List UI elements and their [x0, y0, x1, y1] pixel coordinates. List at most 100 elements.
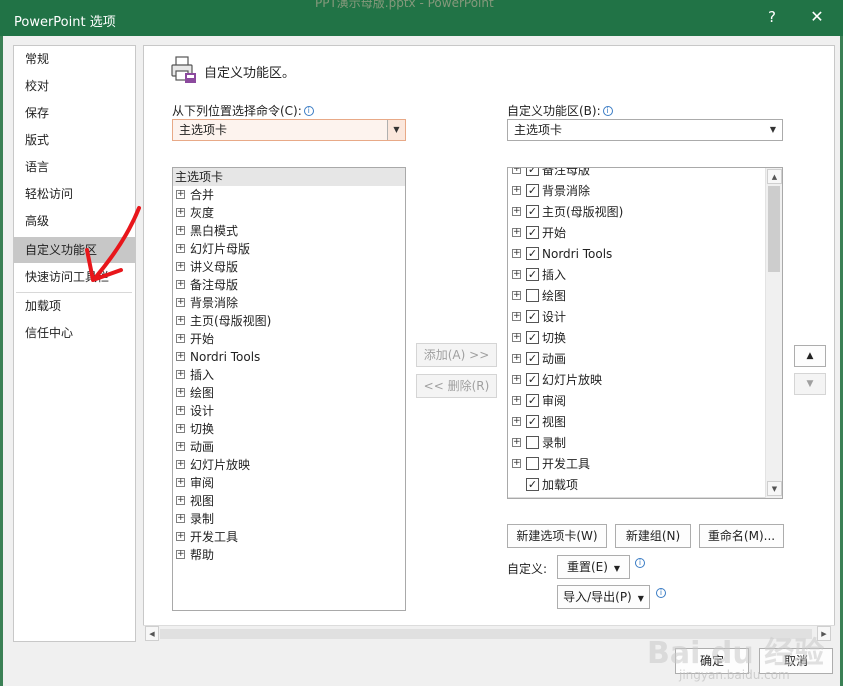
expand-icon[interactable]: +: [512, 249, 521, 258]
expand-icon[interactable]: +: [176, 406, 185, 415]
list-item[interactable]: + ✓ 背景消除: [508, 182, 766, 200]
list-item-selected[interactable]: +✓帮助: [508, 497, 766, 498]
nav-item-advanced[interactable]: 高级: [14, 208, 135, 234]
nav-item-language[interactable]: 语言: [14, 154, 135, 180]
nav-item-save[interactable]: 保存: [14, 100, 135, 126]
expand-icon[interactable]: +: [512, 312, 521, 321]
list-item[interactable]: + 录制: [508, 434, 766, 452]
expand-icon[interactable]: +: [512, 396, 521, 405]
scroll-down-icon[interactable]: ▼: [767, 481, 782, 496]
checkbox[interactable]: ✓: [526, 205, 539, 218]
nav-item-customize-ribbon[interactable]: 自定义功能区: [14, 237, 135, 263]
nav-item-proofing[interactable]: 校对: [14, 73, 135, 99]
expand-icon[interactable]: +: [176, 280, 185, 289]
reset-dropdown[interactable]: 重置(E) ▼: [557, 555, 630, 579]
checkbox[interactable]: ✓: [526, 268, 539, 281]
expand-icon[interactable]: +: [512, 438, 521, 447]
checkbox[interactable]: [526, 457, 539, 470]
chevron-down-icon[interactable]: ▼: [387, 120, 405, 140]
expand-icon[interactable]: +: [176, 532, 185, 541]
scroll-left-icon[interactable]: ◀: [145, 626, 159, 641]
expand-icon[interactable]: +: [176, 244, 185, 253]
choose-commands-combo[interactable]: 主选项卡 ▼: [172, 119, 406, 141]
expand-icon[interactable]: +: [512, 354, 521, 363]
checkbox[interactable]: ✓: [526, 331, 539, 344]
expand-icon[interactable]: +: [512, 417, 521, 426]
checkbox[interactable]: ✓: [526, 184, 539, 197]
list-item[interactable]: + ✓ 主页(母版视图): [508, 203, 766, 221]
checkbox[interactable]: [526, 289, 539, 302]
expand-icon[interactable]: +: [512, 270, 521, 279]
new-tab-button[interactable]: 新建选项卡(W): [507, 524, 607, 548]
expand-icon[interactable]: +: [176, 514, 185, 523]
checkbox[interactable]: ✓: [526, 168, 539, 176]
expand-icon[interactable]: +: [176, 550, 185, 559]
expand-icon[interactable]: +: [176, 352, 185, 361]
remove-button[interactable]: << 删除(R): [416, 374, 497, 398]
new-group-button[interactable]: 新建组(N): [615, 524, 691, 548]
nav-item-accessibility[interactable]: 轻松访问: [14, 181, 135, 207]
expand-icon[interactable]: +: [512, 168, 521, 174]
list-item[interactable]: + ✓ 动画: [508, 350, 766, 368]
checkbox[interactable]: ✓: [526, 394, 539, 407]
move-down-button[interactable]: ▼: [794, 373, 826, 395]
nav-item-general[interactable]: 常规: [14, 46, 135, 72]
expand-icon[interactable]: +: [176, 226, 185, 235]
rename-button[interactable]: 重命名(M)...: [699, 524, 784, 548]
list-item[interactable]: + ✓ Nordri Tools: [508, 245, 766, 263]
expand-icon[interactable]: +: [176, 190, 185, 199]
checkbox[interactable]: [526, 436, 539, 449]
close-button[interactable]: ✕: [801, 7, 833, 31]
expand-icon[interactable]: +: [176, 316, 185, 325]
list-item[interactable]: + 开发工具: [508, 455, 766, 473]
checkbox[interactable]: ✓: [526, 373, 539, 386]
customize-ribbon-combo[interactable]: 主选项卡 ▼: [507, 119, 783, 141]
expand-icon[interactable]: +: [512, 186, 521, 195]
list-item[interactable]: + ✓ 插入: [508, 266, 766, 284]
expand-icon[interactable]: +: [176, 424, 185, 433]
list-item[interactable]: ✓ 加载项: [508, 476, 766, 494]
scrollbar-thumb[interactable]: [768, 186, 780, 272]
list-item[interactable]: + 绘图: [508, 287, 766, 305]
expand-icon[interactable]: +: [176, 442, 185, 451]
checkbox[interactable]: ✓: [526, 310, 539, 323]
vertical-scrollbar[interactable]: ▲ ▼: [765, 168, 782, 498]
expand-icon[interactable]: +: [176, 262, 185, 271]
expand-icon[interactable]: +: [512, 375, 521, 384]
expand-icon[interactable]: +: [512, 291, 521, 300]
list-item[interactable]: + ✓ 视图: [508, 413, 766, 431]
list-item[interactable]: + ✓ 切换: [508, 329, 766, 347]
expand-icon[interactable]: +: [512, 228, 521, 237]
available-commands-list[interactable]: 主选项卡 + 合并 + 灰度 + 黑白模式 + 幻灯片母版 + 讲义母版 + 备注母版 + 背…: [172, 167, 406, 611]
list-item[interactable]: + ✓ 设计: [508, 308, 766, 326]
checkbox[interactable]: ✓: [526, 352, 539, 365]
nav-item-quick-access-toolbar[interactable]: 快速访问工具栏: [14, 264, 135, 290]
import-export-dropdown[interactable]: 导入/导出(P) ▼: [557, 585, 650, 609]
expand-icon[interactable]: +: [512, 333, 521, 342]
nav-item-addins[interactable]: 加载项: [14, 293, 135, 319]
expand-icon[interactable]: +: [176, 460, 185, 469]
ribbon-tabs-list[interactable]: + ✓ 备注母版 + ✓ 背景消除 + ✓ 主页(母版视图) + ✓ 开始 + ✓ Nordri T…: [507, 167, 783, 499]
expand-icon[interactable]: +: [176, 334, 185, 343]
expand-icon[interactable]: +: [176, 388, 185, 397]
help-button[interactable]: ?: [760, 8, 784, 30]
checkbox[interactable]: ✓: [526, 415, 539, 428]
expand-icon[interactable]: +: [176, 478, 185, 487]
list-item[interactable]: + ✓ 审阅: [508, 392, 766, 410]
nav-item-trust-center[interactable]: 信任中心: [14, 320, 135, 346]
scroll-up-icon[interactable]: ▲: [767, 169, 782, 184]
expand-icon[interactable]: +: [176, 370, 185, 379]
list-item[interactable]: + ✓ 开始: [508, 224, 766, 242]
checkbox[interactable]: ✓: [526, 478, 539, 491]
checkbox[interactable]: ✓: [526, 226, 539, 239]
expand-icon[interactable]: +: [512, 207, 521, 216]
add-button[interactable]: 添加(A) >>: [416, 343, 497, 367]
expand-icon[interactable]: +: [176, 496, 185, 505]
list-item[interactable]: + ✓ 备注母版: [508, 168, 766, 179]
expand-icon[interactable]: +: [176, 208, 185, 217]
checkbox[interactable]: ✓: [526, 247, 539, 260]
move-up-button[interactable]: ▲: [794, 345, 826, 367]
nav-item-layout[interactable]: 版式: [14, 127, 135, 153]
list-item[interactable]: + ✓ 幻灯片放映: [508, 371, 766, 389]
chevron-down-icon[interactable]: ▼: [764, 120, 782, 140]
